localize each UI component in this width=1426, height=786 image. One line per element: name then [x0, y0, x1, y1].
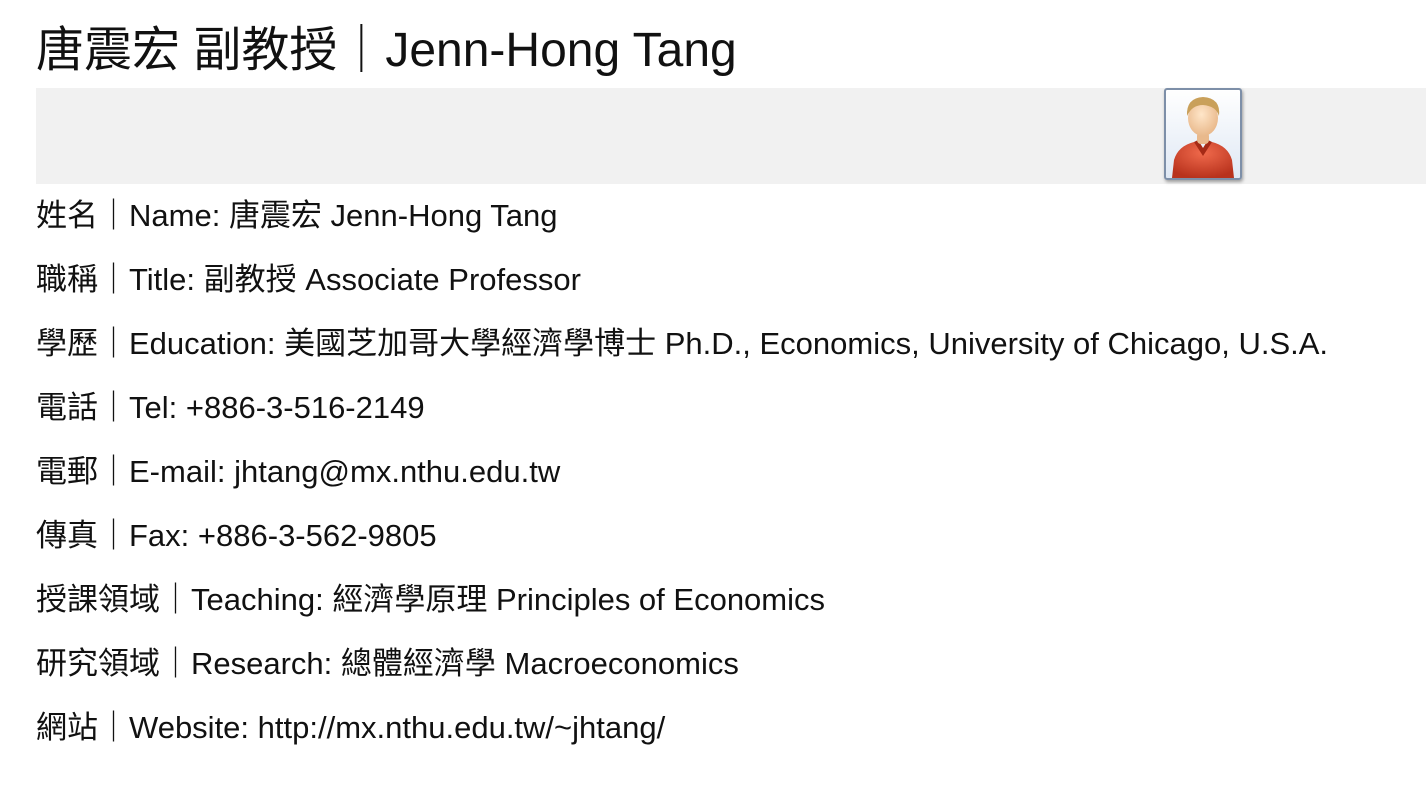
teaching-value: 經濟學原理 Principles of Economics [332, 582, 826, 617]
user-avatar-icon [1164, 88, 1242, 180]
email-label: 電郵｜E-mail: [36, 454, 226, 489]
tel-value: +886-3-516-2149 [185, 390, 425, 425]
name-value: 唐震宏 Jenn-Hong Tang [228, 198, 558, 233]
research-value: 總體經濟學 Macroeconomics [340, 646, 739, 681]
website-label: 網站｜Website: [36, 710, 250, 745]
education-value: 美國芝加哥大學經濟學博士 Ph.D., Economics, Universit… [284, 326, 1329, 361]
tel-row: 電話｜Tel: +886-3-516-2149 [36, 376, 1416, 440]
research-label: 研究領域｜Research: [36, 646, 333, 681]
research-row: 研究領域｜Research: 總體經濟學 Macroeconomics [36, 632, 1416, 696]
name-row: 姓名｜Name: 唐震宏 Jenn-Hong Tang [36, 184, 1416, 248]
fax-label: 傳真｜Fax: [36, 518, 190, 553]
email-value: jhtang@mx.nthu.edu.tw [234, 454, 561, 489]
title-row: 職稱｜Title: 副教授 Associate Professor [36, 248, 1416, 312]
profile-info-list: 姓名｜Name: 唐震宏 Jenn-Hong Tang 職稱｜Title: 副教… [36, 184, 1416, 760]
title-label: 職稱｜Title: [36, 262, 196, 297]
website-row: 網站｜Website: http://mx.nthu.edu.tw/~jhtan… [36, 696, 1416, 760]
title-value: 副教授 Associate Professor [203, 262, 581, 297]
name-label: 姓名｜Name: [36, 198, 221, 233]
page-title: 唐震宏 副教授｜Jenn-Hong Tang [36, 24, 737, 77]
fax-value: +886-3-562-9805 [197, 518, 437, 553]
fax-row: 傳真｜Fax: +886-3-562-9805 [36, 504, 1416, 568]
teaching-row: 授課領域｜Teaching: 經濟學原理 Principles of Econo… [36, 568, 1416, 632]
education-row: 學歷｜Education: 美國芝加哥大學經濟學博士 Ph.D., Econom… [36, 312, 1416, 376]
photo-band [36, 88, 1426, 184]
tel-label: 電話｜Tel: [36, 390, 178, 425]
teaching-label: 授課領域｜Teaching: [36, 582, 324, 617]
website-value: http://mx.nthu.edu.tw/~jhtang/ [257, 710, 666, 745]
education-label: 學歷｜Education: [36, 326, 276, 361]
email-row: 電郵｜E-mail: jhtang@mx.nthu.edu.tw [36, 440, 1416, 504]
